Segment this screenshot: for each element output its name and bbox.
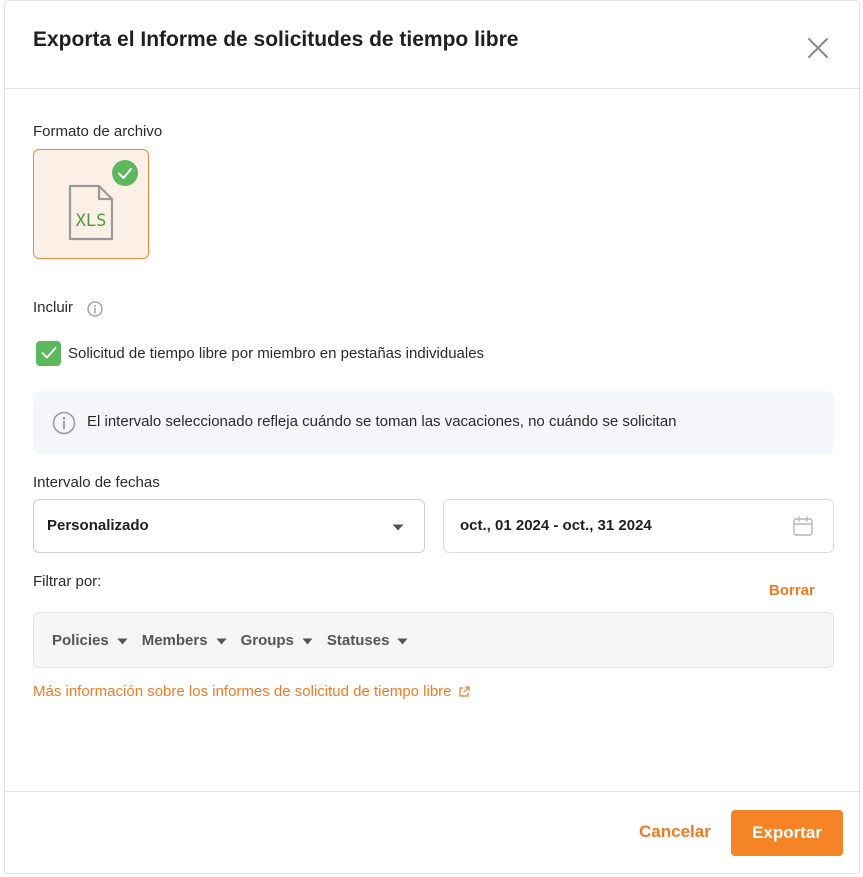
date-range-value: oct., 01 2024 - oct., 31 2024	[460, 517, 652, 534]
include-label: Incluir	[33, 299, 74, 316]
selected-check-icon	[112, 160, 138, 186]
calendar-icon[interactable]	[793, 516, 813, 536]
dialog-header: Exporta el Informe de solicitudes de tie…	[5, 1, 859, 89]
filter-groups-label: Groups	[240, 631, 294, 649]
dialog-footer: Cancelar Exportar	[5, 791, 859, 875]
filter-members[interactable]: Members	[142, 632, 227, 649]
filter-policies-label: Policies	[52, 631, 109, 649]
xls-file-text: XLS	[76, 211, 107, 231]
filter-bar: Policies Members Groups Statuses	[33, 612, 834, 668]
external-link-icon	[458, 685, 470, 697]
date-range-select[interactable]: Personalizado	[33, 499, 425, 553]
include-per-member-checkbox[interactable]	[36, 340, 61, 366]
more-info-link[interactable]: Más información sobre los informes de so…	[33, 683, 470, 700]
filter-groups[interactable]: Groups	[241, 632, 313, 649]
filter-label: Filtrar por:	[33, 573, 102, 590]
date-range-input[interactable]: oct., 01 2024 - oct., 31 2024	[443, 499, 834, 553]
date-range-notice: El intervalo seleccionado refleja cuándo…	[33, 391, 834, 454]
include-per-member-checkbox-row[interactable]: Solicitud de tiempo libre por miembro en…	[36, 340, 484, 366]
date-range-label: Intervalo de fechas	[33, 474, 160, 491]
export-dialog: Exporta el Informe de solicitudes de tie…	[4, 0, 860, 874]
more-info-link-label: Más información sobre los informes de so…	[33, 683, 452, 700]
filter-statuses-label: Statuses	[326, 631, 390, 649]
clear-filters-link[interactable]: Borrar	[769, 582, 815, 599]
caret-down-icon	[392, 524, 404, 531]
filter-statuses[interactable]: Statuses	[327, 632, 409, 649]
filter-policies[interactable]: Policies	[52, 632, 128, 649]
dialog-title: Exporta el Informe de solicitudes de tie…	[33, 28, 519, 51]
file-format-label: Formato de archivo	[33, 123, 163, 140]
close-icon	[808, 38, 828, 58]
caret-down-icon	[397, 638, 408, 644]
caret-down-icon	[216, 638, 227, 644]
cancel-button[interactable]: Cancelar	[639, 822, 711, 842]
export-button[interactable]: Exportar	[731, 810, 843, 856]
include-per-member-label: Solicitud de tiempo libre por miembro en…	[68, 344, 485, 362]
checkmark-icon	[41, 347, 56, 359]
notice-text: El intervalo seleccionado refleja cuándo…	[87, 413, 677, 430]
info-icon[interactable]	[87, 301, 103, 317]
info-icon	[52, 411, 76, 435]
filter-members-label: Members	[141, 631, 208, 649]
close-button[interactable]	[807, 37, 829, 59]
date-range-select-value: Personalizado	[47, 517, 149, 534]
caret-down-icon	[117, 638, 128, 644]
xls-file-icon: XLS	[68, 184, 114, 241]
caret-down-icon	[302, 638, 313, 644]
file-format-option-xls[interactable]: XLS	[33, 149, 149, 259]
